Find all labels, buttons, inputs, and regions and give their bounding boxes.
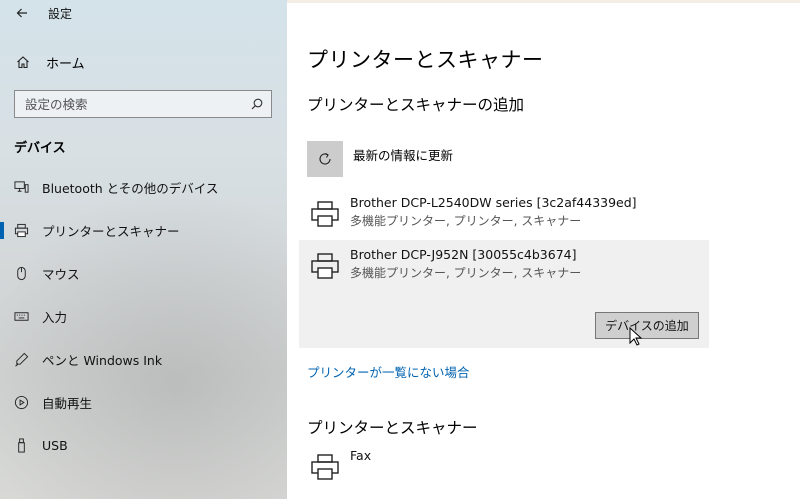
usb-icon [0, 438, 42, 453]
device-list-item-selected[interactable]: Brother DCP-J952N [30055c4b3674] 多機能プリンタ… [299, 240, 709, 348]
nav-home[interactable]: ホーム [0, 48, 287, 76]
title-bar: 設定 [0, 0, 287, 26]
keyboard-icon [0, 309, 42, 324]
device-list-item[interactable]: Brother DCP-L2540DW series [3c2af44339ed… [299, 188, 709, 237]
sidebar-item-usb[interactable]: USB [0, 424, 287, 467]
mouse-icon [0, 266, 42, 281]
printer-icon [311, 454, 339, 480]
main-content: プリンターとスキャナー プリンターとスキャナーの追加 最新の情報に更新 Brot… [287, 0, 800, 499]
sidebar-item-input[interactable]: 入力 [0, 295, 287, 338]
installed-section-title: プリンターとスキャナー [307, 419, 478, 437]
search-icon[interactable] [251, 98, 263, 110]
mouse-cursor-icon [629, 327, 643, 346]
search-box[interactable] [14, 90, 272, 118]
nav-list: Bluetooth とその他のデバイス プリンターとスキャナー マウス 入力 ペ… [0, 166, 287, 467]
printer-icon [311, 253, 339, 279]
add-device-button[interactable]: デバイスの追加 [595, 312, 699, 339]
sidebar-item-label: ペンと Windows Ink [42, 353, 163, 368]
printer-icon [0, 223, 42, 238]
installed-printer-item[interactable]: Fax [299, 441, 709, 490]
printer-not-listed-link[interactable]: プリンターが一覧にない場合 [307, 362, 470, 381]
autoplay-icon [0, 395, 42, 410]
sidebar-item-label: 自動再生 [42, 396, 93, 411]
section-label-devices: デバイス [14, 141, 66, 156]
app-title: 設定 [48, 6, 73, 21]
sidebar-item-printers[interactable]: プリンターとスキャナー [0, 209, 287, 252]
sidebar-item-pen[interactable]: ペンと Windows Ink [0, 338, 287, 381]
device-name: Fax [350, 448, 372, 463]
pen-icon [0, 352, 42, 367]
refresh-icon [319, 153, 331, 165]
sidebar: 設定 ホーム デバイス Bluetooth とその他のデバイス プリンターとスキ… [0, 0, 287, 499]
sidebar-item-mouse[interactable]: マウス [0, 252, 287, 295]
sidebar-item-label: Bluetooth とその他のデバイス [42, 181, 219, 196]
sidebar-item-label: USB [42, 438, 68, 453]
printer-icon [311, 201, 339, 227]
search-input[interactable] [25, 96, 245, 112]
device-name: Brother DCP-L2540DW series [3c2af44339ed… [350, 195, 637, 210]
device-type: 多機能プリンター, プリンター, スキャナー [350, 266, 582, 280]
sidebar-item-label: マウス [42, 267, 80, 282]
refresh-button[interactable]: 最新の情報に更新 [307, 141, 453, 177]
back-arrow-icon [16, 8, 27, 18]
add-section-title: プリンターとスキャナーの追加 [307, 96, 525, 114]
page-title: プリンターとスキャナー [307, 48, 544, 72]
sidebar-item-label: 入力 [42, 310, 68, 325]
nav-home-label: ホーム [46, 56, 85, 72]
sidebar-item-autoplay[interactable]: 自動再生 [0, 381, 287, 424]
home-icon [0, 55, 46, 69]
refresh-label: 最新の情報に更新 [353, 148, 454, 163]
sidebar-item-bluetooth[interactable]: Bluetooth とその他のデバイス [0, 166, 287, 209]
top-border [287, 0, 800, 3]
device-name: Brother DCP-J952N [30055c4b3674] [350, 247, 577, 262]
device-type: 多機能プリンター, プリンター, スキャナー [350, 214, 582, 228]
refresh-tile[interactable] [307, 141, 343, 177]
bluetooth-devices-icon [0, 180, 42, 195]
sidebar-item-label: プリンターとスキャナー [42, 224, 180, 239]
back-button[interactable] [0, 0, 44, 26]
